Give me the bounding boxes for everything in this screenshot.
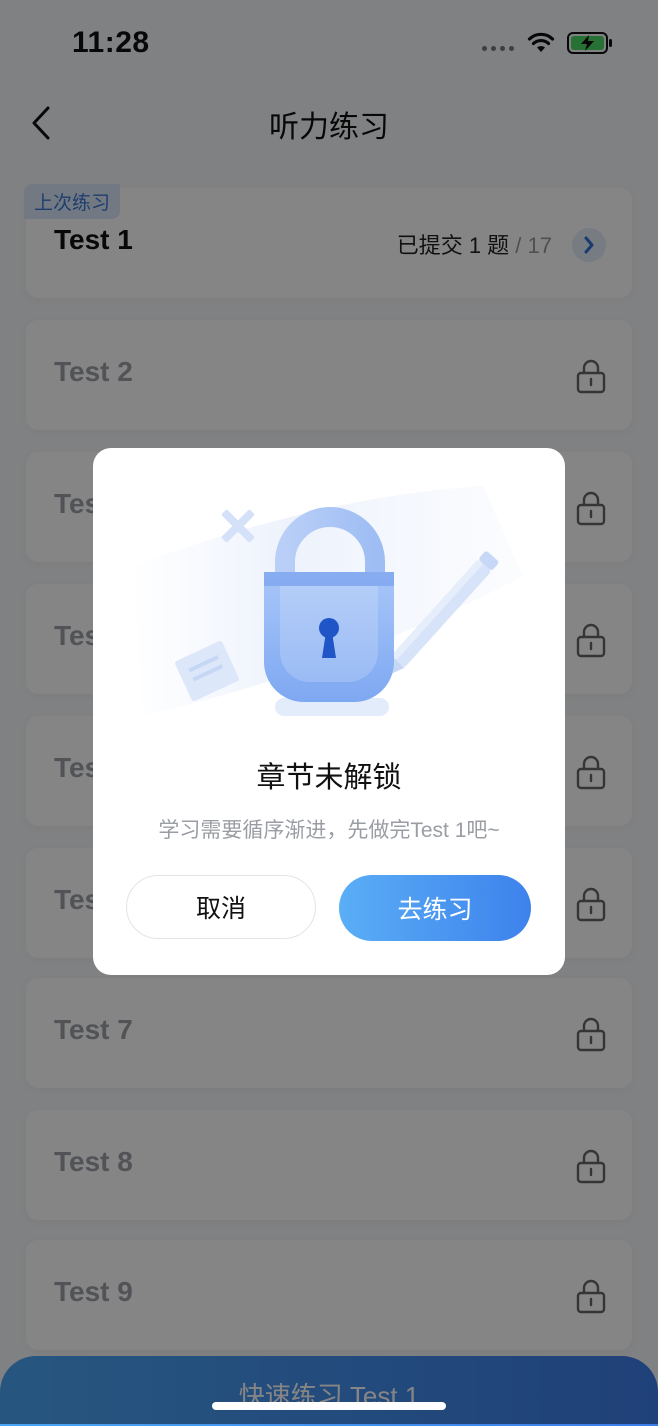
unlock-dialog: 章节未解锁 学习需要循序渐进，先做完Test 1吧~ 取消 去练习: [93, 448, 565, 975]
dialog-title: 章节未解锁: [256, 762, 402, 794]
padlock-illustration: [133, 486, 523, 716]
dialog-message: 学习需要循序渐进，先做完Test 1吧~: [158, 819, 500, 842]
home-indicator: [212, 1402, 446, 1410]
cancel-button[interactable]: 取消: [126, 875, 316, 939]
go-practice-button[interactable]: 去练习: [339, 875, 531, 941]
